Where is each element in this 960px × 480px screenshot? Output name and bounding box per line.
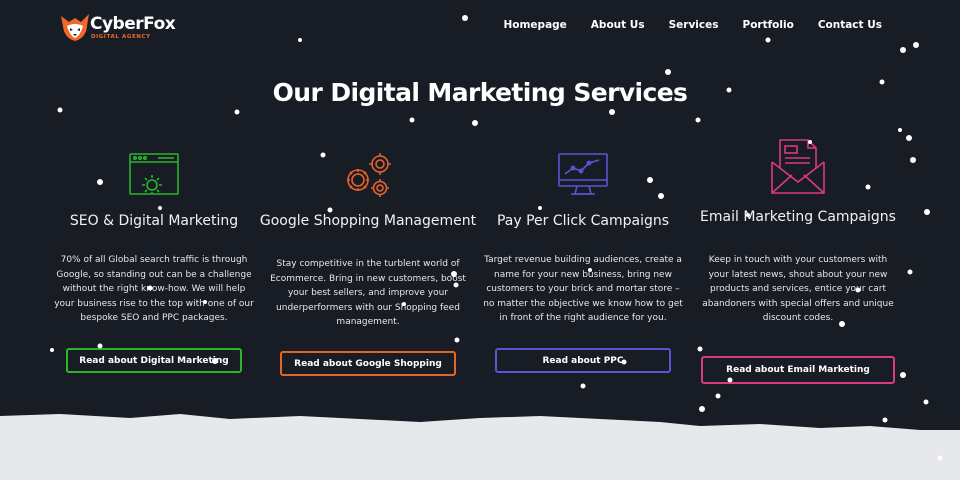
service-title: SEO & Digital Marketing: [69, 213, 239, 229]
service-description: Stay competitive in the turblent world o…: [270, 259, 466, 328]
browser-gear-icon: [129, 153, 179, 195]
service-card-ppc: Pay Per Click Campaigns Target revenue b…: [483, 0, 683, 420]
service-title: Email Marketing Campaigns: [700, 209, 896, 225]
snow-bank: [0, 414, 960, 480]
read-google-shopping-button[interactable]: Read about Google Shopping: [280, 351, 456, 376]
service-title: Google Shopping Management: [259, 213, 477, 229]
service-card-email: Email Marketing Campaigns Keep in touch …: [698, 0, 898, 420]
service-card-google-shopping: Google Shopping Management Stay competit…: [260, 0, 476, 420]
read-digital-marketing-button[interactable]: Read about Digital Marketing: [66, 348, 242, 373]
read-ppc-button[interactable]: Read about PPC: [495, 348, 671, 373]
service-description: Keep in touch with your customers with y…: [702, 255, 894, 324]
service-description: 70% of all Global search traffic is thro…: [54, 255, 254, 324]
service-description: Target revenue building audiences, creat…: [483, 255, 683, 324]
envelope-icon: [771, 139, 825, 194]
gears-icon: [347, 153, 391, 197]
monitor-chart-icon: [558, 153, 608, 195]
service-card-seo: SEO & Digital Marketing 70% of all Globa…: [54, 0, 254, 420]
service-title: Pay Per Click Campaigns: [496, 213, 670, 229]
read-email-marketing-button[interactable]: Read about Email Marketing: [701, 356, 895, 384]
